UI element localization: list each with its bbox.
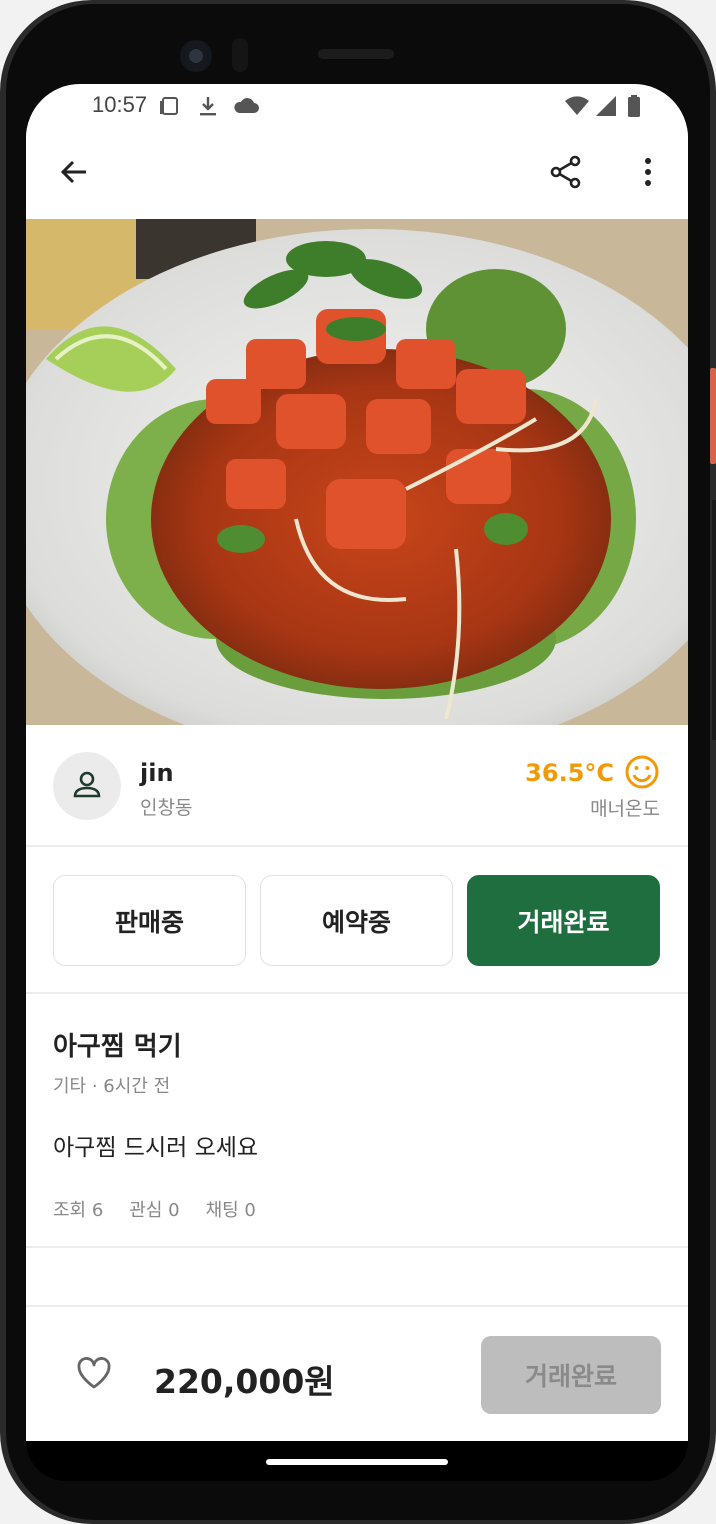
back-button[interactable] (50, 150, 98, 198)
power-button (710, 368, 716, 464)
download-icon (196, 94, 220, 122)
post-meta: 기타 · 6시간 전 (53, 1076, 171, 1097)
screenshot-icon (158, 94, 182, 122)
wifi-icon (564, 94, 590, 122)
bottom-action-bar: 220,000원 거래완료 (26, 1305, 688, 1441)
share-icon (549, 155, 583, 193)
status-selling-button[interactable]: 판매중 (53, 875, 246, 966)
sale-status-selector: 판매중 예약중 거래완료 (26, 847, 688, 994)
price: 220,000원 (154, 1362, 335, 1401)
status-reserved-button[interactable]: 예약중 (260, 875, 453, 966)
seller-profile[interactable]: jin 인창동 36.5°C 매너온도 (26, 725, 688, 847)
screen: 10:57 jin 인창동 36.5°C 매너온도 판매중 예약중 거래완료 아… (26, 84, 688, 1441)
share-button[interactable] (542, 150, 590, 198)
product-image[interactable] (26, 219, 688, 725)
status-completed-button[interactable]: 거래완료 (467, 875, 660, 966)
proximity-sensor (232, 38, 248, 72)
more-vertical-icon (642, 156, 654, 192)
battery-icon (626, 94, 642, 122)
manner-temperature: 36.5°C (525, 759, 614, 787)
seller-location: 인창동 (140, 797, 193, 819)
status-time: 10:57 (92, 92, 148, 117)
more-options-button[interactable] (624, 150, 672, 198)
manner-temperature-label: 매너온도 (590, 798, 660, 820)
volume-button (712, 500, 716, 740)
app-bar (26, 128, 688, 219)
post-content: 아구찜 드시러 오세요 (53, 1135, 259, 1161)
signal-icon (594, 94, 618, 122)
smile-icon (624, 754, 660, 794)
like-button[interactable] (70, 1351, 118, 1399)
chat-count: 채팅 0 (205, 1200, 256, 1221)
front-camera (180, 40, 212, 72)
interest-count: 관심 0 (129, 1200, 180, 1221)
product-photo (26, 219, 688, 725)
earpiece-speaker (318, 49, 394, 59)
deal-complete-button[interactable]: 거래완료 (481, 1336, 661, 1414)
arrow-left-icon (58, 156, 90, 192)
post-stats: 조회 6 관심 0 채팅 0 (53, 1196, 256, 1222)
post-title: 아구찜 먹기 (53, 1032, 182, 1062)
person-icon (71, 768, 103, 804)
status-bar: 10:57 (26, 84, 688, 128)
post-body: 아구찜 먹기 기타 · 6시간 전 아구찜 드시러 오세요 조회 6 관심 0 … (26, 994, 688, 1248)
home-indicator[interactable] (266, 1459, 448, 1465)
view-count: 조회 6 (53, 1200, 104, 1221)
cloud-icon (232, 94, 260, 122)
seller-name[interactable]: jin (140, 759, 174, 787)
heart-icon (76, 1356, 112, 1394)
avatar[interactable] (53, 752, 121, 820)
